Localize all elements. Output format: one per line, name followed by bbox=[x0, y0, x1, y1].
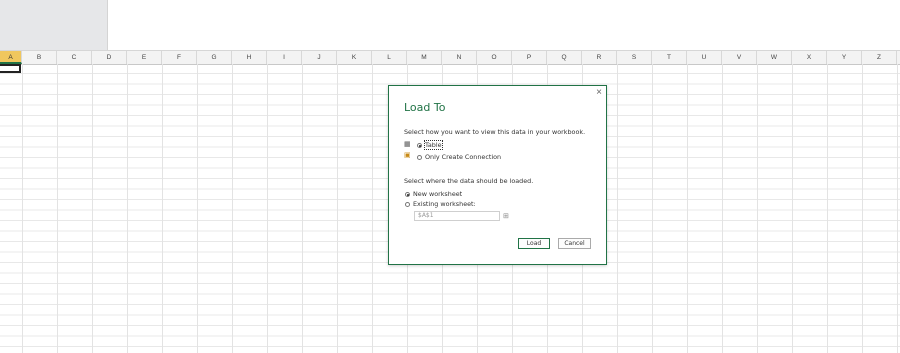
table-icon: ▦ bbox=[404, 141, 411, 148]
radio-existing-worksheet[interactable] bbox=[405, 202, 410, 207]
column-header-row: ABCDEFGHIJKLMNOPQRSTUVWXYZ bbox=[0, 50, 900, 65]
existing-worksheet-label[interactable]: Existing worksheet: bbox=[413, 200, 476, 208]
column-header-o[interactable]: O bbox=[477, 51, 512, 64]
cancel-button[interactable]: Cancel bbox=[558, 238, 591, 249]
column-header-f[interactable]: F bbox=[162, 51, 197, 64]
column-header-d[interactable]: D bbox=[92, 51, 127, 64]
column-header-x[interactable]: X bbox=[792, 51, 827, 64]
column-header-n[interactable]: N bbox=[442, 51, 477, 64]
radio-only-connection[interactable] bbox=[417, 155, 422, 160]
cell-reference-input[interactable]: $A$1 bbox=[414, 211, 500, 221]
dialog-title: Load To bbox=[404, 101, 446, 114]
option-connection-label[interactable]: Only Create Connection bbox=[425, 153, 501, 161]
column-header-v[interactable]: V bbox=[722, 51, 757, 64]
radio-new-worksheet[interactable] bbox=[405, 192, 410, 197]
column-header-i[interactable]: I bbox=[267, 51, 302, 64]
column-header-q[interactable]: Q bbox=[547, 51, 582, 64]
column-header-s[interactable]: S bbox=[617, 51, 652, 64]
column-header-h[interactable]: H bbox=[232, 51, 267, 64]
column-header-k[interactable]: K bbox=[337, 51, 372, 64]
load-to-dialog: × Load To Select how you want to view th… bbox=[388, 85, 607, 265]
column-header-l[interactable]: L bbox=[372, 51, 407, 64]
view-prompt: Select how you want to view this data in… bbox=[404, 128, 586, 136]
column-header-m[interactable]: M bbox=[407, 51, 442, 64]
column-header-w[interactable]: W bbox=[757, 51, 792, 64]
connection-icon: ▣ bbox=[404, 152, 411, 159]
active-cell[interactable] bbox=[0, 64, 21, 73]
new-worksheet-label[interactable]: New worksheet bbox=[413, 190, 462, 198]
column-header-u[interactable]: U bbox=[687, 51, 722, 64]
column-header-b[interactable]: B bbox=[22, 51, 57, 64]
radio-table[interactable] bbox=[417, 143, 422, 148]
column-header-a[interactable]: A bbox=[0, 51, 22, 64]
column-header-e[interactable]: E bbox=[127, 51, 162, 64]
option-table-label[interactable]: Table bbox=[424, 140, 443, 150]
close-icon[interactable]: × bbox=[596, 87, 602, 98]
column-header-p[interactable]: P bbox=[512, 51, 547, 64]
ribbon-area bbox=[0, 0, 900, 50]
location-prompt: Select where the data should be loaded. bbox=[404, 177, 534, 185]
column-header-t[interactable]: T bbox=[652, 51, 687, 64]
column-header-y[interactable]: Y bbox=[827, 51, 862, 64]
load-button[interactable]: Load bbox=[518, 238, 550, 249]
column-header-c[interactable]: C bbox=[57, 51, 92, 64]
column-header-g[interactable]: G bbox=[197, 51, 232, 64]
column-header-j[interactable]: J bbox=[302, 51, 337, 64]
range-select-icon[interactable]: ⊞ bbox=[503, 212, 509, 220]
column-header-r[interactable]: R bbox=[582, 51, 617, 64]
formula-bar-area bbox=[0, 0, 108, 50]
column-header-z[interactable]: Z bbox=[862, 51, 897, 64]
